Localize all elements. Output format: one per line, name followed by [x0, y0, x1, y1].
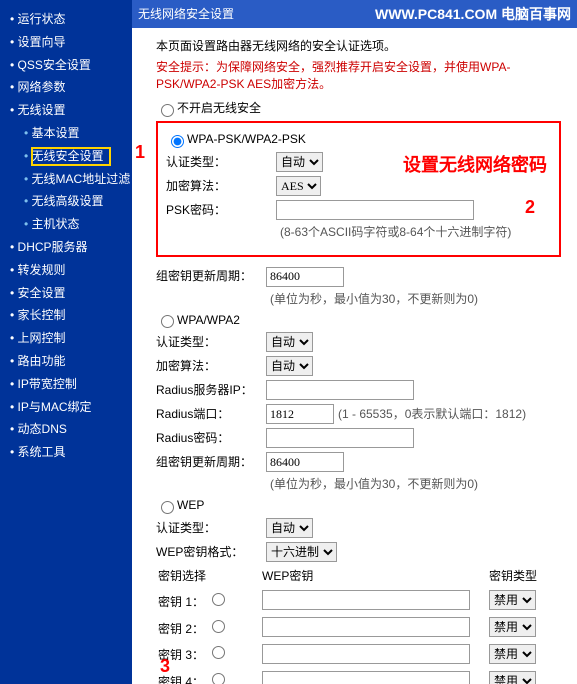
- callout-set-password: 设置无线网络密码: [403, 151, 547, 177]
- radio-wep[interactable]: [161, 501, 174, 514]
- sidebar-item[interactable]: 无线设置: [6, 99, 130, 122]
- sidebar-item[interactable]: 基本设置: [6, 122, 130, 145]
- titlebar: 无线网络安全设置 WWW.PC841.COM 电脑百事网: [132, 0, 577, 28]
- wep-key-row: 密钥 1： 禁用: [156, 587, 561, 614]
- radius-port-input[interactable]: [266, 404, 334, 424]
- wep-key-radio-3[interactable]: [212, 646, 225, 659]
- opt-disable-label: 不开启无线安全: [177, 100, 261, 117]
- wep-key-input-1[interactable]: [262, 590, 470, 610]
- sidebar-item[interactable]: 设置向导: [6, 31, 130, 54]
- wpa-psk-title: WPA-PSK/WPA2-PSK: [187, 131, 306, 148]
- sidebar-item[interactable]: 主机状态: [6, 213, 130, 236]
- wep-key-type-3[interactable]: 禁用: [489, 644, 536, 664]
- wep-key-radio-1[interactable]: [212, 593, 225, 606]
- sidebar: 运行状态设置向导QSS安全设置网络参数无线设置基本设置无线安全设置无线MAC地址…: [0, 0, 130, 684]
- wep-key-type-4[interactable]: 禁用: [489, 671, 536, 684]
- group-rekey-input[interactable]: [266, 267, 344, 287]
- wep-key-input-2[interactable]: [262, 617, 470, 637]
- radio-disable-security[interactable]: [161, 104, 174, 117]
- sidebar-item[interactable]: 路由功能: [6, 350, 130, 373]
- sidebar-item[interactable]: 网络参数: [6, 76, 130, 99]
- wep-key-radio-2[interactable]: [212, 620, 225, 633]
- sidebar-item[interactable]: 动态DNS: [6, 418, 130, 441]
- wpa-auth-select[interactable]: 自动: [266, 332, 313, 352]
- wep-auth-select[interactable]: 自动: [266, 518, 313, 538]
- sidebar-item[interactable]: 家长控制: [6, 304, 130, 327]
- sidebar-item[interactable]: 转发规则: [6, 259, 130, 282]
- sidebar-item[interactable]: 无线MAC地址过滤: [6, 168, 130, 191]
- wep-key-type-2[interactable]: 禁用: [489, 617, 536, 637]
- sidebar-item[interactable]: 安全设置: [6, 282, 130, 305]
- brand-text: WWW.PC841.COM 电脑百事网: [375, 4, 571, 24]
- radio-wpa-psk[interactable]: [171, 135, 184, 148]
- wpa-enc-select[interactable]: 自动: [266, 356, 313, 376]
- annot-3: 3: [160, 656, 170, 677]
- sidebar-item[interactable]: DHCP服务器: [6, 236, 130, 259]
- sidebar-item[interactable]: IP与MAC绑定: [6, 396, 130, 419]
- radius-pwd-input[interactable]: [266, 428, 414, 448]
- radio-wpa[interactable]: [161, 315, 174, 328]
- wep-key-type-1[interactable]: 禁用: [489, 590, 536, 610]
- wep-key-table: 密钥选择 WEP密钥 密钥类型 密钥 1： 禁用密钥 2： 禁用密钥 3： 禁用…: [156, 566, 561, 684]
- intro-text: 本页面设置路由器无线网络的安全认证选项。 安全提示：为保障网络安全，强烈推荐开启…: [156, 38, 561, 92]
- wep-key-row: 密钥 3： 禁用: [156, 640, 561, 667]
- sidebar-item[interactable]: QSS安全设置: [6, 54, 130, 77]
- main-panel: 无线网络安全设置 WWW.PC841.COM 电脑百事网 本页面设置路由器无线网…: [130, 0, 577, 684]
- sidebar-item[interactable]: 无线高级设置: [6, 190, 130, 213]
- sidebar-item[interactable]: 系统工具: [6, 441, 130, 464]
- wpa-title: WPA/WPA2: [177, 312, 240, 329]
- wep-key-row: 密钥 4： 禁用: [156, 667, 561, 684]
- annot-2: 2: [525, 197, 535, 218]
- sidebar-item[interactable]: IP带宽控制: [6, 373, 130, 396]
- page-title: 无线网络安全设置: [138, 6, 234, 23]
- wep-title: WEP: [177, 497, 204, 514]
- wpa-psk-enc-select[interactable]: AES: [276, 176, 321, 196]
- wpa-psk-auth-select[interactable]: 自动: [276, 152, 323, 172]
- wep-key-input-3[interactable]: [262, 644, 470, 664]
- wpa-psk-section: 设置无线网络密码 WPA-PSK/WPA2-PSK 认证类型： 自动 加密算法：…: [156, 121, 561, 257]
- wpa-rekey-input[interactable]: [266, 452, 344, 472]
- wep-key-input-4[interactable]: [262, 671, 470, 684]
- sidebar-item[interactable]: 上网控制: [6, 327, 130, 350]
- sidebar-item[interactable]: 运行状态: [6, 8, 130, 31]
- wep-format-select[interactable]: 十六进制: [266, 542, 337, 562]
- wep-key-radio-4[interactable]: [212, 673, 225, 684]
- psk-password-input[interactable]: [276, 200, 474, 220]
- radius-ip-input[interactable]: [266, 380, 414, 400]
- sidebar-item[interactable]: 无线安全设置: [6, 145, 130, 168]
- annot-1: 1: [135, 142, 145, 163]
- wep-key-row: 密钥 2： 禁用: [156, 614, 561, 641]
